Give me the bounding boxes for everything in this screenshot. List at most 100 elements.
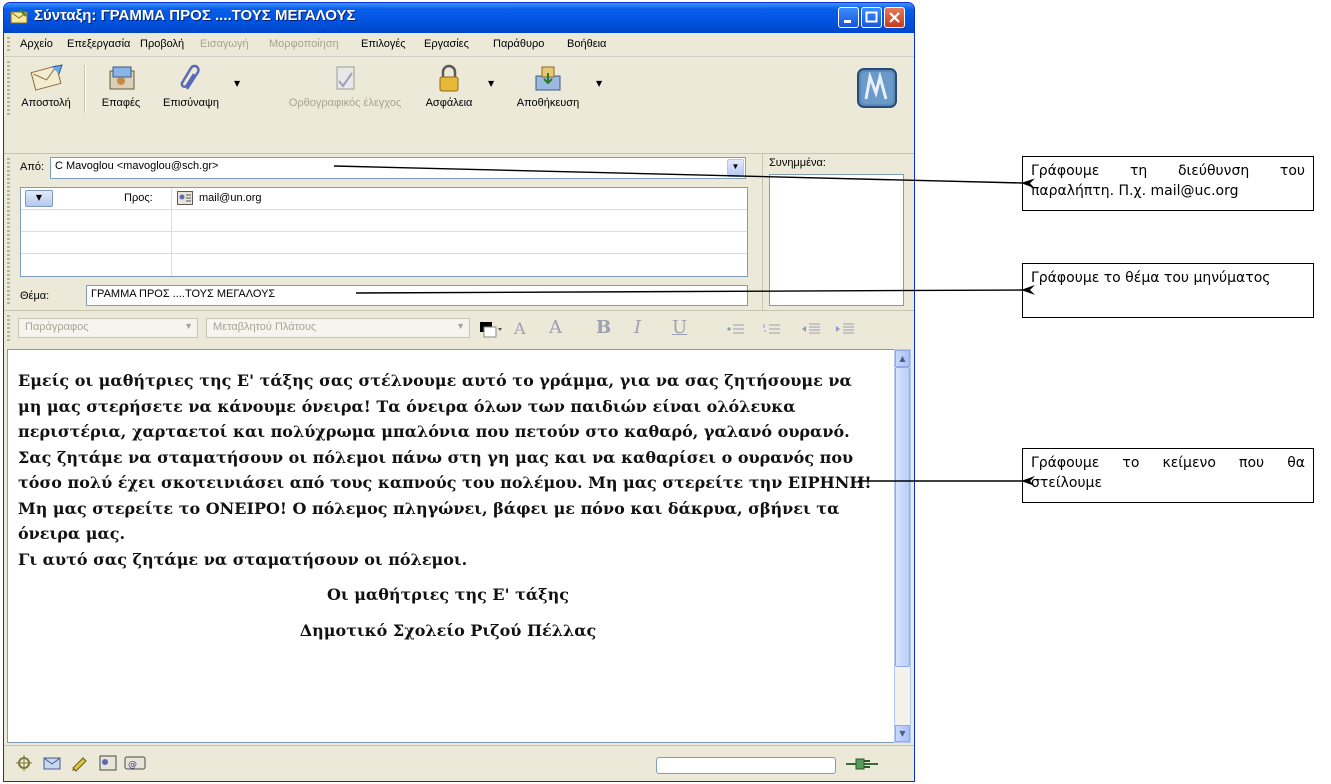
menu-window[interactable]: Παράθυρο [493, 38, 544, 50]
larger-font-icon[interactable]: A [549, 317, 562, 338]
font-value: Μεταβλητού Πλάτους [213, 321, 317, 333]
maximize-button[interactable] [861, 7, 882, 28]
menu-help[interactable]: Βοήθεια [567, 38, 606, 50]
indent-icon[interactable] [834, 321, 856, 337]
security-label: Ασφάλεια [425, 97, 473, 109]
chevron-down-icon[interactable]: ▼ [727, 159, 744, 177]
paragraph-style-select[interactable]: Παράγραφος ▼ [18, 318, 198, 338]
attachments-list[interactable] [769, 174, 904, 306]
from-value: C Mavoglou <mavoglou@sch.gr> [55, 160, 219, 172]
recipients-divider [171, 188, 172, 276]
underline-icon[interactable]: U [672, 317, 687, 338]
vertical-scrollbar[interactable]: ▲ ▼ [894, 349, 911, 743]
body-paragraph: Εμείς οι μαθήτριες της Ε' τάξης σας στέλ… [18, 371, 872, 543]
contacts-button[interactable]: Επαφές [90, 63, 152, 109]
to-label: Προς: [124, 192, 153, 204]
status-bar: @ [4, 745, 914, 781]
addressbook-card-icon [177, 191, 193, 205]
menu-options[interactable]: Επιλογές [361, 38, 406, 50]
message-body-editor[interactable]: Εμείς οι μαθήτριες της Ε' τάξης σας στέλ… [7, 349, 895, 743]
security-button[interactable]: Ασφάλεια [416, 63, 482, 109]
outdent-icon[interactable] [800, 321, 822, 337]
attach-dropdown-arrow[interactable]: ▼ [234, 79, 240, 88]
numbered-list-icon[interactable] [762, 321, 782, 337]
paragraph-style-value: Παράγραφος [25, 321, 89, 333]
compose-app-icon [10, 9, 28, 24]
attachments-panel: Συνημμένα: [762, 154, 913, 310]
callout-body-text: Γράφουμε το κείμενο που θα στείλουμε [1031, 455, 1305, 491]
throbber-logo[interactable] [848, 63, 906, 115]
menu-file[interactable]: Αρχείο [20, 38, 53, 50]
menu-bar: Αρχείο Επεξεργασία Προβολή Εισαγωγή Μορφ… [4, 34, 914, 57]
callout-recipient: Γράφουμε τη διεύθυνση του παραλήπτη. Π.χ… [1022, 156, 1314, 211]
contacts-label: Επαφές [101, 97, 141, 109]
svg-text:@: @ [128, 760, 137, 770]
subject-input[interactable]: ΓΡΑΜΜΑ ΠΡΟΣ ....ΤΟΥΣ ΜΕΓΑΛΟΥΣ [86, 285, 748, 306]
progress-bar [656, 757, 836, 774]
from-select[interactable]: C Mavoglou <mavoglou@sch.gr> ▼ [50, 157, 746, 179]
callout-subject: Γράφουμε το θέμα του μηνύματος [1022, 263, 1314, 318]
menu-insert[interactable]: Εισαγωγή [200, 38, 249, 50]
italic-icon[interactable]: I [634, 317, 641, 338]
app-logo-icon [857, 68, 897, 108]
chat-icon[interactable]: @ [124, 754, 146, 772]
recipient-row[interactable] [21, 231, 747, 254]
to-value[interactable]: mail@un.org [199, 192, 262, 204]
scroll-up-button[interactable]: ▲ [895, 350, 910, 367]
scroll-thumb[interactable] [895, 367, 910, 667]
menu-view[interactable]: Προβολή [140, 38, 184, 50]
title-bar[interactable]: Σύνταξη: ΓΡΑΜΜΑ ΠΡΟΣ ....ΤΟΥΣ ΜΕΓΑΛΟΥΣ [4, 3, 914, 33]
spellcheck-button[interactable]: Ορθογραφικός έλεγχος [280, 63, 410, 109]
menu-format[interactable]: Μορφοποίηση [269, 38, 339, 50]
body-paragraph: Γι αυτό σας ζητάμε να σταματήσουν οι πόλ… [18, 549, 468, 569]
recipient-row[interactable] [21, 209, 747, 232]
from-label: Από: [20, 161, 45, 173]
compose-header: Από: C Mavoglou <mavoglou@sch.gr> ▼ ▼ Πρ… [4, 153, 914, 310]
compose-window: Σύνταξη: ΓΡΑΜΜΑ ΠΡΟΣ ....ΤΟΥΣ ΜΕΓΑΛΟΥΣ Α… [3, 2, 915, 782]
addressbook-icon[interactable] [98, 754, 118, 772]
menu-tasks[interactable]: Εργασίες [424, 38, 469, 50]
bold-icon[interactable]: B [596, 317, 611, 338]
send-icon [30, 64, 63, 91]
address-type-dropdown[interactable]: ▼ [25, 190, 53, 207]
body-signature: Οι μαθήτριες της Ε' τάξης [326, 585, 570, 604]
save-dropdown-arrow[interactable]: ▼ [596, 79, 602, 88]
toolbar-grip[interactable] [7, 61, 10, 117]
header-grip[interactable] [7, 158, 10, 306]
minimize-button[interactable] [838, 7, 859, 28]
send-label: Αποστολή [21, 97, 71, 109]
bullet-list-icon[interactable] [726, 321, 746, 337]
callout-subject-text: Γράφουμε το θέμα του μηνύματος [1031, 270, 1271, 286]
smaller-font-icon[interactable]: A [514, 319, 526, 338]
scroll-down-button[interactable]: ▼ [895, 725, 910, 742]
online-status-icon[interactable] [844, 755, 880, 773]
chevron-down-icon: ▼ [456, 321, 465, 331]
attach-button[interactable]: Επισύναψη [154, 63, 228, 109]
recipient-row[interactable] [21, 253, 747, 275]
security-dropdown-arrow[interactable]: ▼ [488, 79, 494, 88]
compose-toolbar: Αποστολή Επαφές Επισύναψη ▼ Ορθογραφικός… [4, 57, 914, 153]
mail-icon[interactable] [42, 754, 62, 772]
formatbar-grip[interactable] [7, 315, 10, 343]
callout-recipient-text: Γράφουμε τη διεύθυνση του παραλήπτη. Π.χ… [1031, 163, 1305, 199]
send-button[interactable]: Αποστολή [14, 63, 78, 109]
minimize-icon [844, 20, 851, 23]
save-icon [535, 66, 561, 91]
save-label: Αποθήκευση [516, 97, 580, 109]
text-color-icon[interactable] [478, 319, 504, 341]
message-body-text[interactable]: Εμείς οι μαθήτριες της Ε' τάξης σας στέλ… [18, 368, 878, 643]
callout-body: Γράφουμε το κείμενο που θα στείλουμε [1022, 448, 1314, 503]
body-signature: Δημοτικό Σχολείο Ριζού Πέλλας [299, 620, 597, 640]
close-button[interactable] [884, 7, 905, 28]
font-select[interactable]: Μεταβλητού Πλάτους ▼ [206, 318, 470, 338]
menu-edit[interactable]: Επεξεργασία [67, 38, 130, 50]
save-button[interactable]: Αποθήκευση [508, 63, 588, 109]
recipients-grid[interactable]: ▼ Προς: mail@un.org [20, 187, 748, 277]
composer-icon[interactable] [70, 754, 90, 772]
maximize-icon [865, 11, 878, 23]
component-bar-navigator-icon[interactable] [14, 754, 34, 772]
spellcheck-label: Ορθογραφικός έλεγχος [288, 97, 402, 109]
toolbar-separator [84, 65, 86, 113]
menubar-grip[interactable] [7, 37, 10, 53]
spellcheck-icon [336, 66, 355, 90]
